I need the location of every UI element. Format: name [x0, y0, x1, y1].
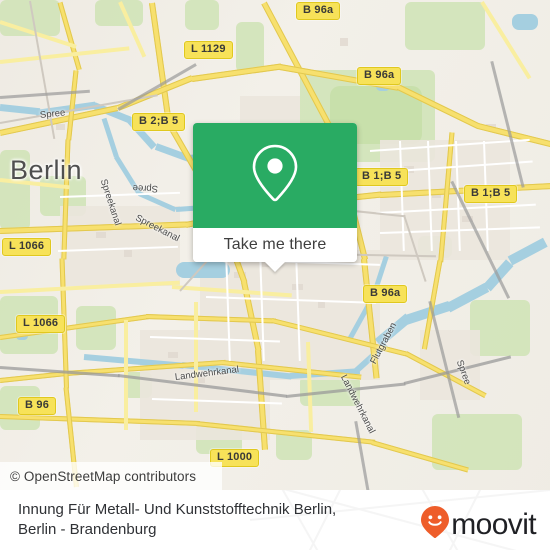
- water-label: Spree: [132, 182, 159, 194]
- road-shield: L 1066: [16, 315, 66, 333]
- place-title-line2: Berlin - Brandenburg: [18, 521, 157, 538]
- card-green-header: [193, 123, 357, 228]
- road-shield: B 1;B 5: [355, 168, 409, 186]
- road-secondary: [194, 302, 198, 412]
- road-shield: B 96a: [296, 2, 341, 20]
- place-title: Innung Für Metall- Und Kunststofftechnik…: [0, 500, 390, 540]
- building: [340, 38, 348, 46]
- building: [96, 232, 106, 238]
- building: [124, 250, 132, 257]
- road-shield: B 96a: [363, 285, 408, 303]
- city-label-berlin: Berlin: [10, 155, 83, 185]
- park-area: [405, 2, 485, 50]
- card-action-bar[interactable]: Take me there: [193, 228, 357, 262]
- moovit-pin-smile-icon: [420, 505, 450, 544]
- place-title-line1: Innung Für Metall- Und Kunststofftechnik…: [18, 501, 337, 518]
- moovit-place-map-screenshot: Berlin B 96a L 1129 B 96a B 2;B 5 B 1;B 5 B 1…: [0, 0, 550, 550]
- map-attribution-bar: © OpenStreetMap contributors: [0, 462, 222, 490]
- moovit-wordmark: moovit: [451, 507, 536, 541]
- footer-bar: Innung Für Metall- Und Kunststofftechnik…: [0, 490, 550, 550]
- road-shield: B 96: [18, 397, 57, 415]
- road-shield: B 96a: [357, 67, 402, 85]
- location-pin-icon: [249, 142, 301, 209]
- road-shield: B 1;B 5: [464, 185, 518, 203]
- park-area: [236, 22, 264, 72]
- take-me-there-label: Take me there: [223, 236, 327, 253]
- map-canvas[interactable]: Berlin B 96a L 1129 B 96a B 2;B 5 B 1;B 5 B 1…: [0, 0, 550, 490]
- take-me-there-card[interactable]: Take me there: [193, 123, 357, 272]
- road-shield: L 1129: [184, 41, 233, 59]
- road-shield: B 2;B 5: [132, 113, 186, 131]
- park-area: [185, 0, 219, 30]
- pond: [512, 14, 538, 30]
- moovit-brand[interactable]: moovit: [420, 505, 537, 544]
- building: [168, 352, 178, 358]
- building: [56, 124, 65, 130]
- attribution-text[interactable]: © OpenStreetMap contributors: [0, 469, 196, 484]
- card-pointer-arrow: [265, 262, 285, 272]
- road-shield: L 1066: [2, 238, 52, 256]
